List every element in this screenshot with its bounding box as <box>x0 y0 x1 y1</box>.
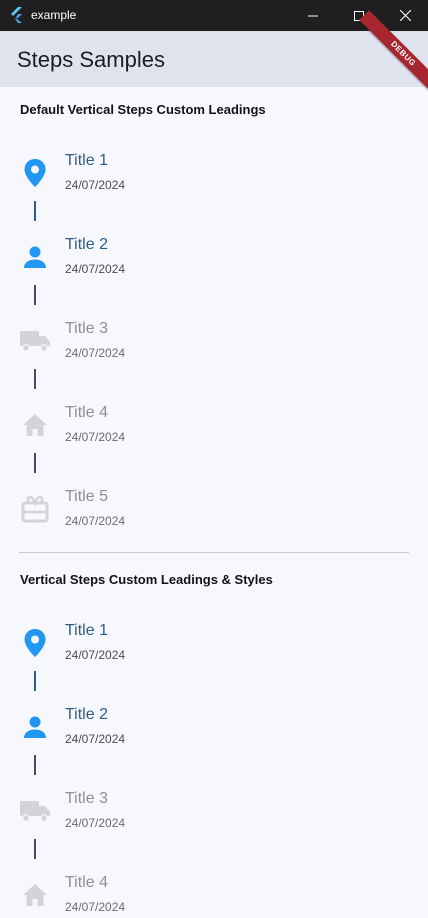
truck-icon <box>20 796 50 826</box>
step-connector <box>34 453 36 473</box>
app-bar: Steps Samples DEBUG <box>0 10 428 98</box>
step-title: Title 1 <box>65 152 108 169</box>
step-connector <box>34 285 36 305</box>
step-connector <box>34 671 36 691</box>
location-pin-icon <box>20 628 50 658</box>
gift-icon <box>20 494 50 524</box>
step-connector <box>34 839 36 859</box>
step-connector <box>34 201 36 221</box>
step-date: 24/07/2024 <box>65 430 126 444</box>
step-date: 24/07/2024 <box>65 178 126 192</box>
step-item[interactable]: Title 4 24/07/2024 <box>0 871 428 918</box>
page-title: Steps Samples <box>17 47 165 72</box>
person-icon <box>20 712 50 742</box>
step-item[interactable]: Title 2 24/07/2024 <box>0 703 428 763</box>
step-title: Title 3 <box>65 790 108 807</box>
close-icon <box>399 10 411 21</box>
minimize-button[interactable] <box>290 0 336 31</box>
step-item[interactable]: Title 1 24/07/2024 <box>0 619 428 679</box>
location-pin-icon <box>20 158 50 188</box>
app-window: example Steps Samples DEBUG Default Vert… <box>0 0 428 918</box>
step-item[interactable]: Title 2 24/07/2024 <box>0 233 428 293</box>
minimize-icon <box>308 15 318 16</box>
step-title: Title 3 <box>65 320 108 337</box>
step-title: Title 4 <box>65 404 108 421</box>
step-title: Title 5 <box>65 488 108 505</box>
house-icon <box>20 410 50 440</box>
step-item[interactable]: Title 4 24/07/2024 <box>0 401 428 461</box>
step-date: 24/07/2024 <box>65 514 126 528</box>
truck-icon <box>20 326 50 356</box>
step-date: 24/07/2024 <box>65 732 126 746</box>
step-title: Title 2 <box>65 706 108 723</box>
step-title: Title 2 <box>65 236 108 253</box>
step-title: Title 1 <box>65 622 108 639</box>
step-date: 24/07/2024 <box>65 262 126 276</box>
section-title-default: Default Vertical Steps Custom Leadings <box>20 102 266 117</box>
step-date: 24/07/2024 <box>65 900 126 914</box>
step-date: 24/07/2024 <box>65 816 126 830</box>
step-item[interactable]: Title 3 24/07/2024 <box>0 787 428 847</box>
step-date: 24/07/2024 <box>65 648 126 662</box>
flutter-logo-icon <box>11 7 22 23</box>
window-title: example <box>31 8 77 22</box>
section-title-styled: Vertical Steps Custom Leadings & Styles <box>20 572 273 587</box>
close-button[interactable] <box>382 0 428 31</box>
section-divider <box>19 552 409 553</box>
step-connector <box>34 755 36 775</box>
step-date: 24/07/2024 <box>65 346 126 360</box>
step-item[interactable]: Title 5 24/07/2024 <box>0 485 428 545</box>
house-icon <box>20 880 50 910</box>
person-icon <box>20 242 50 272</box>
step-item[interactable]: Title 1 24/07/2024 <box>0 149 428 209</box>
step-title: Title 4 <box>65 874 108 891</box>
step-connector <box>34 369 36 389</box>
step-item[interactable]: Title 3 24/07/2024 <box>0 317 428 377</box>
